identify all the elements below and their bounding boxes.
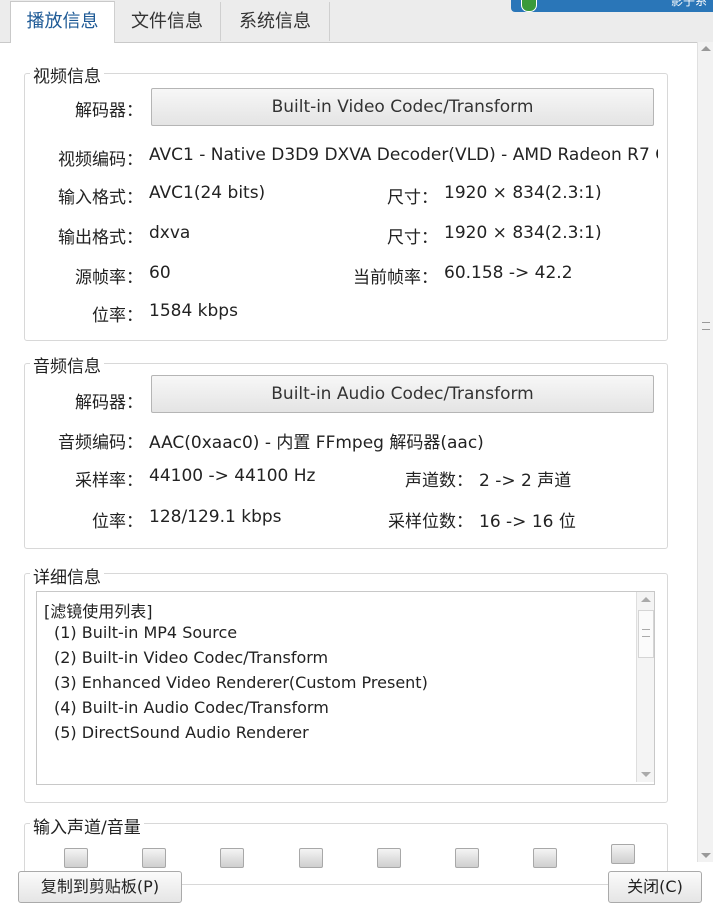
list-item: (3) Enhanced Video Renderer(Custom Prese… (54, 673, 428, 692)
channel-volume-slider[interactable] (455, 848, 479, 868)
tab-system-info[interactable]: 系统信息 (221, 2, 330, 41)
list-item: (2) Built-in Video Codec/Transform (54, 648, 329, 667)
video-bitrate-label: 位率： (92, 306, 143, 326)
input-size-label: 尺寸： (387, 188, 438, 208)
channels-value: 2 -> 2 声道 (479, 471, 572, 491)
channel-volume-slider[interactable] (142, 848, 166, 868)
corner-banner-text: 影子系 (670, 0, 707, 8)
video-decoder-button[interactable]: Built-in Video Codec/Transform (151, 88, 654, 126)
audio-decoder-label: 解码器： (75, 393, 143, 413)
audio-bitrate-value: 128/129.1 kbps (149, 507, 282, 527)
audio-bitrate-label: 位率： (92, 512, 143, 532)
input-size-value: 1920 × 834(2.3:1) (444, 183, 602, 203)
list-scroll-up-icon[interactable] (641, 597, 651, 602)
sample-rate-value: 44100 -> 44100 Hz (149, 466, 316, 486)
video-codec-value: AVC1 - Native D3D9 DXVA Decoder(VLD) - A… (149, 145, 658, 165)
channel-volume-slider[interactable] (64, 848, 88, 868)
video-decoder-label: 解码器： (75, 101, 143, 121)
list-item: (4) Built-in Audio Codec/Transform (54, 698, 329, 717)
list-scroll-thumb[interactable] (638, 610, 654, 658)
tab-file-info[interactable]: 文件信息 (114, 2, 221, 41)
channels-label: 声道数： (405, 471, 473, 491)
list-item: (1) Built-in MP4 Source (54, 623, 238, 642)
shield-icon (521, 0, 537, 12)
list-scrollbar[interactable] (636, 592, 654, 782)
output-format-label: 输出格式： (58, 228, 143, 248)
details-title: 详细信息 (30, 563, 104, 588)
close-button[interactable]: 关闭(C) (608, 871, 702, 903)
sample-bits-label: 采样位数： (388, 512, 473, 532)
input-format-label: 输入格式： (58, 188, 143, 208)
output-size-value: 1920 × 834(2.3:1) (444, 223, 602, 243)
channel-volume-slider[interactable] (611, 844, 635, 864)
copy-to-clipboard-button[interactable]: 复制到剪贴板(P) (18, 871, 182, 903)
audio-info-title: 音频信息 (30, 352, 104, 377)
channel-volume-slider[interactable] (299, 848, 323, 868)
list-scroll-down-icon[interactable] (641, 772, 651, 777)
scroll-up-icon[interactable] (701, 46, 711, 51)
list-item: [滤镜使用列表] (44, 602, 153, 621)
sample-rate-label: 采样率： (75, 471, 143, 491)
tab-playback-info[interactable]: 播放信息 (10, 1, 115, 43)
scroll-down-icon[interactable] (701, 853, 711, 858)
audio-codec-value: AAC(0xaac0) - 内置 FFmpeg 解码器(aac) (149, 433, 484, 453)
output-size-label: 尺寸： (387, 228, 438, 248)
corner-banner[interactable]: 影子系 (511, 0, 713, 12)
input-format-value: AVC1(24 bits) (149, 183, 266, 203)
sample-bits-value: 16 -> 16 位 (479, 512, 576, 532)
audio-decoder-button[interactable]: Built-in Audio Codec/Transform (151, 375, 654, 413)
channel-volume-slider[interactable] (533, 848, 557, 868)
channel-volume-slider[interactable] (220, 848, 244, 868)
volume-title: 输入声道/音量 (30, 813, 144, 838)
channel-volume-slider[interactable] (377, 848, 401, 868)
filter-list[interactable]: [滤镜使用列表] (1) Built-in MP4 Source (2) Bui… (36, 591, 655, 785)
audio-codec-label: 音频编码： (58, 433, 143, 453)
video-codec-label: 视频编码： (58, 150, 143, 170)
list-item: (5) DirectSound Audio Renderer (54, 723, 309, 742)
scroll-grip-icon[interactable] (702, 322, 710, 330)
grip-icon (642, 629, 650, 637)
source-fps-label: 源帧率： (75, 268, 143, 288)
video-info-title: 视频信息 (30, 62, 104, 87)
current-fps-label: 当前帧率： (353, 268, 438, 288)
output-format-value: dxva (149, 223, 191, 243)
source-fps-value: 60 (149, 263, 171, 283)
main-scrollbar[interactable] (697, 42, 713, 862)
current-fps-value: 60.158 -> 42.2 (444, 263, 573, 283)
video-bitrate-value: 1584 kbps (149, 301, 238, 321)
